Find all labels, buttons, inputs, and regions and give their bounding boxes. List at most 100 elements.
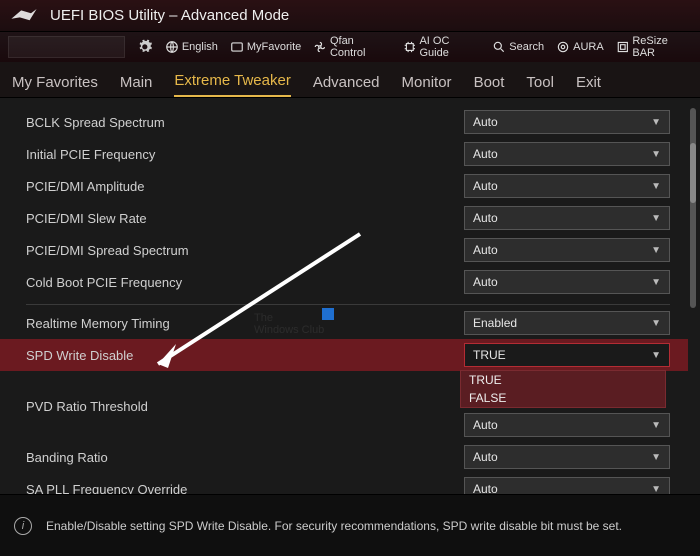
window-title: UEFI BIOS Utility – Advanced Mode (50, 7, 289, 24)
row-label: SPD Write Disable (26, 348, 464, 363)
row-select[interactable]: Auto ▼ (464, 270, 670, 294)
chip-icon (403, 40, 417, 54)
row-label: SA PLL Frequency Override (26, 482, 464, 495)
chevron-down-icon: ▼ (651, 181, 661, 192)
search-icon (492, 40, 506, 54)
row-label: Banding Ratio (26, 450, 464, 465)
select-value: Auto (473, 418, 498, 432)
select-value: TRUE (473, 348, 506, 362)
chevron-down-icon: ▼ (651, 277, 661, 288)
row-label: Initial PCIE Frequency (26, 147, 464, 162)
dropdown-option-false[interactable]: FALSE (461, 389, 665, 407)
select-value: Enabled (473, 316, 517, 330)
row-label: PCIE/DMI Slew Rate (26, 211, 464, 226)
globe-icon (165, 40, 179, 54)
row-select[interactable]: Auto ▼ (464, 477, 670, 494)
row-label: Realtime Memory Timing (26, 316, 464, 331)
select-value: Auto (473, 115, 498, 129)
tab-exit[interactable]: Exit (576, 74, 601, 97)
row-select[interactable]: TRUE ▼ (464, 343, 670, 367)
chevron-down-icon: ▼ (651, 213, 661, 224)
aura-icon (556, 40, 570, 54)
row-select[interactable]: Enabled ▼ (464, 311, 670, 335)
row-initial-pcie[interactable]: Initial PCIE Frequency Auto ▼ (26, 138, 688, 170)
chevron-down-icon: ▼ (651, 484, 661, 495)
gear-icon[interactable] (137, 39, 153, 55)
row-select[interactable]: Auto ▼ (464, 238, 670, 262)
search-button[interactable]: Search (492, 40, 544, 54)
row-label: Cold Boot PCIE Frequency (26, 275, 464, 290)
row-realtime-memory[interactable]: Realtime Memory Timing Enabled ▼ (26, 307, 688, 339)
chevron-down-icon: ▼ (651, 318, 661, 329)
select-value: Auto (473, 243, 498, 257)
toolbar: English MyFavorite Qfan Control AI OC Gu… (0, 32, 700, 62)
tab-main[interactable]: Main (120, 74, 153, 97)
language-label: English (182, 41, 218, 53)
select-value: Auto (473, 147, 498, 161)
row-pcie-spread[interactable]: PCIE/DMI Spread Spectrum Auto ▼ (26, 234, 688, 266)
row-bclk-spread[interactable]: BCLK Spread Spectrum Auto ▼ (26, 106, 688, 138)
row-select[interactable]: Auto ▼ (464, 174, 670, 198)
rog-logo-icon (10, 6, 38, 26)
language-selector[interactable]: English (165, 40, 218, 54)
chevron-down-icon: ▼ (651, 117, 661, 128)
row-select[interactable]: Auto ▼ (464, 142, 670, 166)
chevron-down-icon: ▼ (651, 452, 661, 463)
myfavorite-button[interactable]: MyFavorite (230, 40, 301, 54)
chevron-down-icon: ▼ (651, 350, 661, 361)
help-bar: i Enable/Disable setting SPD Write Disab… (0, 494, 700, 556)
select-value: Auto (473, 211, 498, 225)
tab-extreme-tweaker[interactable]: Extreme Tweaker (174, 72, 290, 97)
row-select[interactable]: Auto ▼ (464, 110, 670, 134)
resizebar-label: ReSize BAR (632, 35, 692, 59)
chevron-down-icon: ▼ (651, 245, 661, 256)
main-tabs: My Favorites Main Extreme Tweaker Advanc… (0, 62, 700, 98)
row-label: PCIE/DMI Spread Spectrum (26, 243, 464, 258)
tab-tool[interactable]: Tool (526, 74, 554, 97)
window-titlebar: UEFI BIOS Utility – Advanced Mode (0, 0, 700, 32)
spd-dropdown-open: TRUE FALSE (460, 370, 666, 408)
qfan-label: Qfan Control (330, 35, 391, 59)
row-banding-ratio[interactable]: Banding Ratio Auto ▼ (26, 441, 688, 473)
aioc-button[interactable]: AI OC Guide (403, 35, 480, 59)
row-sa-pll[interactable]: SA PLL Frequency Override Auto ▼ (26, 473, 688, 494)
row-spd-write-disable[interactable]: SPD Write Disable TRUE ▼ (0, 339, 688, 371)
info-icon: i (14, 517, 32, 535)
tab-advanced[interactable]: Advanced (313, 74, 380, 97)
search-label: Search (509, 41, 544, 53)
aura-button[interactable]: AURA (556, 40, 604, 54)
chevron-down-icon: ▼ (651, 149, 661, 160)
row-pcie-slew[interactable]: PCIE/DMI Slew Rate Auto ▼ (26, 202, 688, 234)
select-value: Auto (473, 179, 498, 193)
row-coldboot-pcie[interactable]: Cold Boot PCIE Frequency Auto ▼ (26, 266, 688, 298)
row-select[interactable]: Auto ▼ (464, 413, 670, 437)
select-value: Auto (473, 275, 498, 289)
tab-monitor[interactable]: Monitor (402, 74, 452, 97)
card-icon (230, 40, 244, 54)
divider (26, 304, 670, 305)
resizebar-button[interactable]: ReSize BAR (616, 35, 692, 59)
fan-icon (313, 40, 327, 54)
scrollbar-thumb[interactable] (690, 143, 696, 203)
qfan-button[interactable]: Qfan Control (313, 35, 391, 59)
row-label: PVD Ratio Threshold (26, 399, 464, 414)
help-text: Enable/Disable setting SPD Write Disable… (46, 519, 622, 533)
model-field (8, 36, 125, 58)
myfavorite-label: MyFavorite (247, 41, 301, 53)
aioc-label: AI OC Guide (419, 35, 480, 59)
row-select[interactable]: Auto ▼ (464, 445, 670, 469)
row-pvd-ratio[interactable]: PVD Ratio Threshold Auto▼ (26, 409, 688, 441)
tab-boot[interactable]: Boot (474, 74, 505, 97)
select-value: Auto (473, 450, 498, 464)
scrollbar[interactable] (690, 108, 696, 308)
tab-my-favorites[interactable]: My Favorites (12, 74, 98, 97)
row-label: BCLK Spread Spectrum (26, 115, 464, 130)
aura-label: AURA (573, 41, 604, 53)
row-label: PCIE/DMI Amplitude (26, 179, 464, 194)
row-select[interactable]: Auto ▼ (464, 206, 670, 230)
chevron-down-icon: ▼ (651, 420, 661, 431)
resize-icon (616, 40, 630, 54)
dropdown-option-true[interactable]: TRUE (461, 371, 665, 389)
select-value: Auto (473, 482, 498, 494)
row-pcie-amplitude[interactable]: PCIE/DMI Amplitude Auto ▼ (26, 170, 688, 202)
